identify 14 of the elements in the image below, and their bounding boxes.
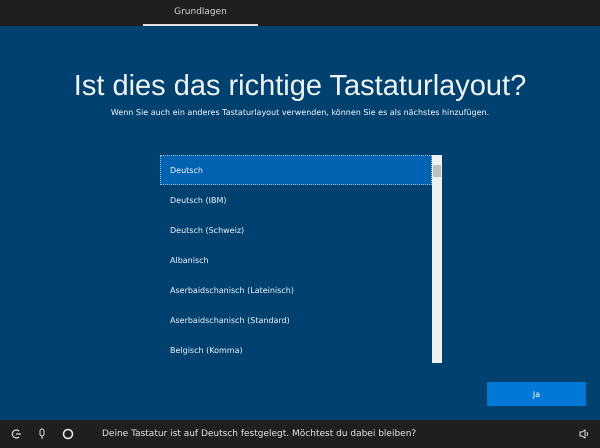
subtitle: Wenn Sie auch ein anderes Tastaturlayout verwenden, können Sie es als nächstes hinzufügen.	[110, 108, 490, 117]
yes-button[interactable]: Ja	[487, 382, 586, 406]
speaker-icon[interactable]	[578, 428, 590, 440]
list-item[interactable]: Deutsch (Schweiz)	[160, 215, 432, 245]
list-item[interactable]: Deutsch (IBM)	[160, 185, 432, 215]
list-item[interactable]: Belgisch (Komma)	[160, 335, 432, 365]
list-item[interactable]: Albanisch	[160, 245, 432, 275]
scrollbar[interactable]	[432, 155, 442, 363]
page-title: Ist dies das richtige Tastaturlayout?	[74, 70, 526, 103]
list-item[interactable]: Aserbaidschanisch (Standard)	[160, 305, 432, 335]
list-item[interactable]: Aserbaidschanisch (Lateinisch)	[160, 275, 432, 305]
list-item[interactable]: Deutsch	[160, 155, 432, 185]
circle-icon[interactable]	[62, 428, 74, 440]
status-message: Deine Tastatur ist auf Deutsch festgelegt. Möchtest du dabei bleiben?	[102, 429, 418, 439]
